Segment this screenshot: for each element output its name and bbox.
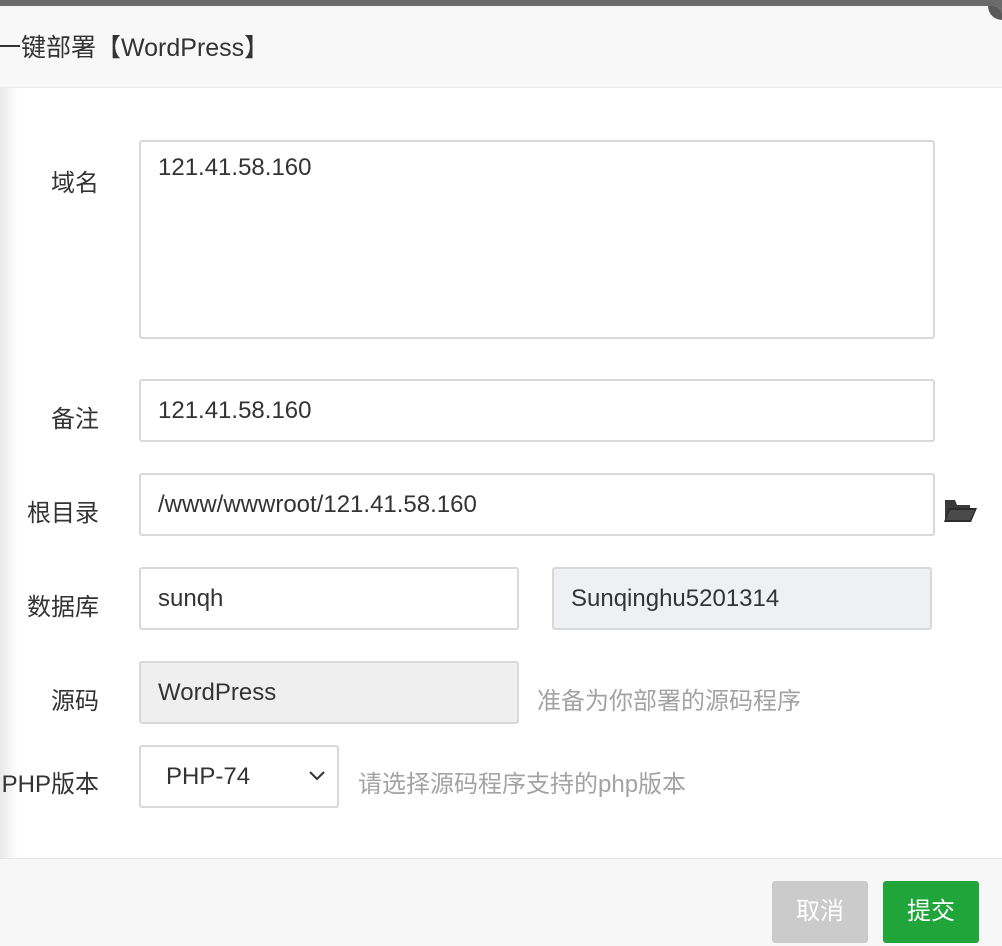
folder-open-icon[interactable] xyxy=(944,497,978,523)
source-input: WordPress xyxy=(139,661,519,724)
remark-input[interactable]: 121.41.58.160 xyxy=(139,379,935,442)
php-version-value: PHP-74 xyxy=(166,763,251,790)
left-shadow xyxy=(0,88,18,868)
dialog-header: 一键部署【WordPress】 xyxy=(0,6,1002,88)
domain-textarea[interactable]: 121.41.58.160 xyxy=(139,140,935,339)
source-hint: 准备为你部署的源码程序 xyxy=(537,688,801,715)
database-password-value: Sunqinghu5201314 xyxy=(571,585,780,612)
root-dir-label: 根目录 xyxy=(27,500,99,527)
database-user-input[interactable]: sunqh xyxy=(139,567,519,630)
php-version-hint: 请选择源码程序支持的php版本 xyxy=(358,771,687,798)
remark-value: 121.41.58.160 xyxy=(158,397,312,424)
source-value: WordPress xyxy=(158,679,277,706)
chevron-down-icon xyxy=(309,771,325,781)
database-password-input[interactable]: Sunqinghu5201314 xyxy=(552,567,932,630)
domain-label: 域名 xyxy=(51,170,99,197)
source-label: 源码 xyxy=(51,688,99,715)
php-version-select[interactable]: PHP-74 xyxy=(139,745,339,808)
database-user-value: sunqh xyxy=(158,585,224,612)
dialog-title: 一键部署【WordPress】 xyxy=(0,34,270,62)
domain-value: 121.41.58.160 xyxy=(158,154,312,181)
cancel-button[interactable]: 取消 xyxy=(772,881,868,943)
php-version-label: PHP版本 xyxy=(1,771,99,798)
dialog-footer: 取消 提交 xyxy=(0,858,1002,946)
root-dir-value: /www/wwwroot/121.41.58.160 xyxy=(158,491,477,518)
submit-button[interactable]: 提交 xyxy=(883,881,979,943)
database-label: 数据库 xyxy=(27,594,99,621)
root-dir-input[interactable]: /www/wwwroot/121.41.58.160 xyxy=(139,473,935,536)
deploy-dialog: 一键部署【WordPress】 域名 121.41.58.160 备注 121.… xyxy=(0,6,1002,946)
remark-label: 备注 xyxy=(51,406,99,433)
